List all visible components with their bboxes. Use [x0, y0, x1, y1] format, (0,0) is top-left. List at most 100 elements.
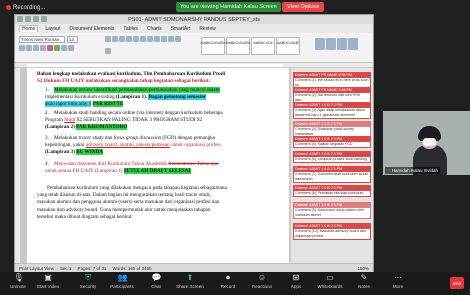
italic-icon[interactable]	[26, 45, 32, 51]
comment-balloon[interactable]: Deleted: ADMIT 1 0 B 2 3 PM Comment [6]: …	[293, 151, 371, 164]
superscript-icon[interactable]	[61, 45, 67, 51]
start-video-button[interactable]: ▣ Start Video	[32, 274, 64, 294]
style-heading-2[interactable]: AaBbCcDdE	[276, 37, 300, 55]
unmute-label: Unmute	[10, 284, 26, 289]
participants-label: Participants	[110, 284, 134, 289]
item-1-highlight: Bagan gemotong semester	[148, 94, 207, 101]
document-title: PS01- ADMIT SDMONARSHY PANDUS SEPTEY_sts	[128, 16, 260, 23]
security-label: Security	[79, 284, 97, 289]
comment-balloon[interactable]: Deleted: ADMIT 1 0 B 2 3 PM Comment [10]:…	[293, 223, 371, 240]
whiteboard-icon: ▭	[326, 273, 334, 282]
apps-button[interactable]: ⊞ Apps	[280, 274, 312, 294]
more-button[interactable]: ⋯ More	[382, 274, 414, 294]
strikethrough-icon[interactable]	[40, 45, 46, 51]
reactions-button[interactable]: ☺ Reactions	[246, 274, 278, 294]
status-section: Sec 1	[59, 265, 72, 271]
bullets-icon[interactable]	[105, 36, 111, 42]
microphone-icon: 🎙	[13, 273, 24, 282]
underline-icon[interactable]	[33, 45, 39, 51]
item-1-line-1: Melakukan review identifikasi permasalah…	[54, 87, 220, 93]
tab-document-elements[interactable]: Document Elements	[67, 26, 116, 32]
word-status-bar: Print Layout View Sec 1 Pages: 7 of 31 W…	[15, 263, 373, 272]
highlight-icon[interactable]	[54, 45, 60, 51]
record-button[interactable]: ⏺ Record	[212, 274, 244, 294]
status-view[interactable]: Print Layout View	[19, 266, 54, 271]
text-box-icon[interactable]	[315, 38, 325, 50]
numbering-icon[interactable]	[112, 36, 118, 42]
style-no-spacing[interactable]: AaBbCcDdEe	[226, 37, 250, 55]
chat-button[interactable]: 💬 Chat	[140, 274, 172, 294]
zoom-meeting-window: Recording... You are viewing Hamidah Kal…	[0, 0, 470, 295]
comment-text: Comment [10]: Masukan advisory board dan…	[295, 229, 366, 238]
unmute-button[interactable]: 🎙 Unmute	[2, 274, 34, 294]
tab-home[interactable]: Home	[19, 25, 39, 32]
share-screen-icon: ⬆	[186, 273, 194, 282]
print-icon[interactable]	[41, 16, 47, 22]
bold-icon[interactable]	[19, 45, 25, 51]
comment-balloon[interactable]: Deleted: ADMIT 1 0 B 2 3 PM Comment [9]: …	[293, 202, 371, 219]
font-color-icon[interactable]	[47, 45, 53, 51]
shape-icon[interactable]	[326, 38, 336, 50]
styles-group: AaBbCcDdEe AaBbCcDdEe AaBbCcDc AaBbCcDdE	[201, 37, 300, 59]
comment-header: Deleted: ADMIT PS NAME 9:38 PM	[294, 88, 370, 93]
zoom-toolbar: 🎙 Unmute ▣ Start Video ⛨ Security 👥 Particip…	[0, 272, 470, 295]
picture-icon[interactable]	[337, 38, 347, 50]
comment-text: Comment [9]: Data tracer study dikirim o…	[295, 208, 365, 217]
reactions-label: Reactions	[251, 284, 272, 289]
themes-icon[interactable]	[348, 38, 358, 50]
comment-balloon[interactable]: Deleted: ADMIT 1 0 B 2 3 PM Comment [3]: …	[293, 102, 371, 119]
comment-text: Comment [2]: Hal tersebut diisi oleh PRK…	[295, 93, 361, 102]
tab-tables[interactable]: Tables	[121, 26, 139, 32]
whiteboards-button[interactable]: ▭ Whiteboards	[314, 274, 346, 294]
security-button[interactable]: ⛨ Security	[72, 274, 104, 294]
tab-review[interactable]: Review	[197, 26, 217, 32]
outdent-icon[interactable]	[126, 36, 132, 42]
comment-header: Deleted: ADMIT PS NAME 9:38 PM	[294, 73, 370, 78]
participant-name-tag: ✕ Hamidah Kalau Ovidah	[385, 167, 441, 174]
ribbon-tabs: Home Layout Document Elements Tables Cha…	[15, 24, 373, 33]
view-options-button[interactable]: View Options	[282, 2, 325, 12]
participant-video-tile[interactable]: ✕ Hamidah Kalau Ovidah	[383, 111, 470, 175]
participants-button[interactable]: 👥 Participants	[106, 274, 138, 294]
style-heading-1[interactable]: AaBbCcDc	[251, 37, 275, 55]
justify-icon[interactable]	[168, 36, 174, 42]
recording-label: Recording...	[13, 4, 46, 11]
align-right-icon[interactable]	[161, 36, 167, 42]
style-heading-2-preview: AaBbCcDdE	[276, 40, 300, 45]
line-spacing-icon[interactable]	[175, 36, 181, 42]
indent-icon[interactable]	[119, 36, 125, 42]
subscript-icon[interactable]	[68, 45, 74, 51]
more-label: More	[392, 284, 404, 289]
redo-icon[interactable]	[33, 16, 39, 22]
item-3-focus: focus group discussion	[113, 135, 162, 141]
comment-balloon[interactable]: Deleted: ADMIT 1 0 B 2 3 PM Comment [8]: …	[293, 185, 371, 198]
item-2-line-2: S2 SEBUTKAN PALING TIDAK 3 PROGRAM STUDI…	[76, 117, 203, 124]
align-center-icon[interactable]	[154, 36, 160, 42]
status-zoom[interactable]: 150%	[357, 266, 369, 271]
comment-header: Deleted: ADMIT 1 0 B 2 3 PM	[294, 186, 370, 191]
item-2-program: Program	[45, 117, 63, 124]
font-name-select[interactable]: Times New Roman	[19, 36, 65, 43]
end-meeting-button[interactable]: End	[450, 277, 464, 289]
show-marks-icon[interactable]	[140, 36, 146, 42]
item-1-tag: PAR RISTTE	[92, 101, 124, 108]
sort-icon[interactable]	[133, 36, 139, 42]
font-size-select[interactable]: 12	[67, 36, 78, 43]
undo-icon[interactable]	[25, 16, 31, 22]
notes-button[interactable]: ✎ Notes	[348, 274, 380, 294]
recording-indicator[interactable]: Recording...	[6, 3, 45, 12]
comment-balloon[interactable]: Deleted: ADMIT 1 0 B 2 3 PM Comment [7]: …	[293, 166, 371, 183]
align-left-icon[interactable]	[147, 36, 153, 42]
comment-balloon[interactable]: Deleted: ADMIT 1 0 B 2 3 PM Comment [5]: …	[293, 136, 371, 149]
save-icon[interactable]	[17, 16, 23, 22]
tab-smartart[interactable]: SmartArt	[169, 26, 193, 32]
share-screen-button[interactable]: ⬆ Share Screen	[174, 274, 206, 294]
style-normal[interactable]: AaBbCcDdEe	[201, 37, 225, 55]
tab-charts[interactable]: Charts	[145, 26, 164, 32]
tab-layout[interactable]: Layout	[43, 26, 62, 32]
video-camera-icon: ▣	[44, 273, 52, 282]
shading-icon[interactable]	[105, 47, 111, 54]
comment-header: Deleted: ADMIT 1 0 B 2 3 PM	[294, 152, 370, 157]
document-page[interactable]: Bahan lengkap melakukan evaluasi kurikul…	[27, 68, 289, 263]
item-4-struck: Rekonstruksi Tahun ajar	[168, 161, 219, 167]
